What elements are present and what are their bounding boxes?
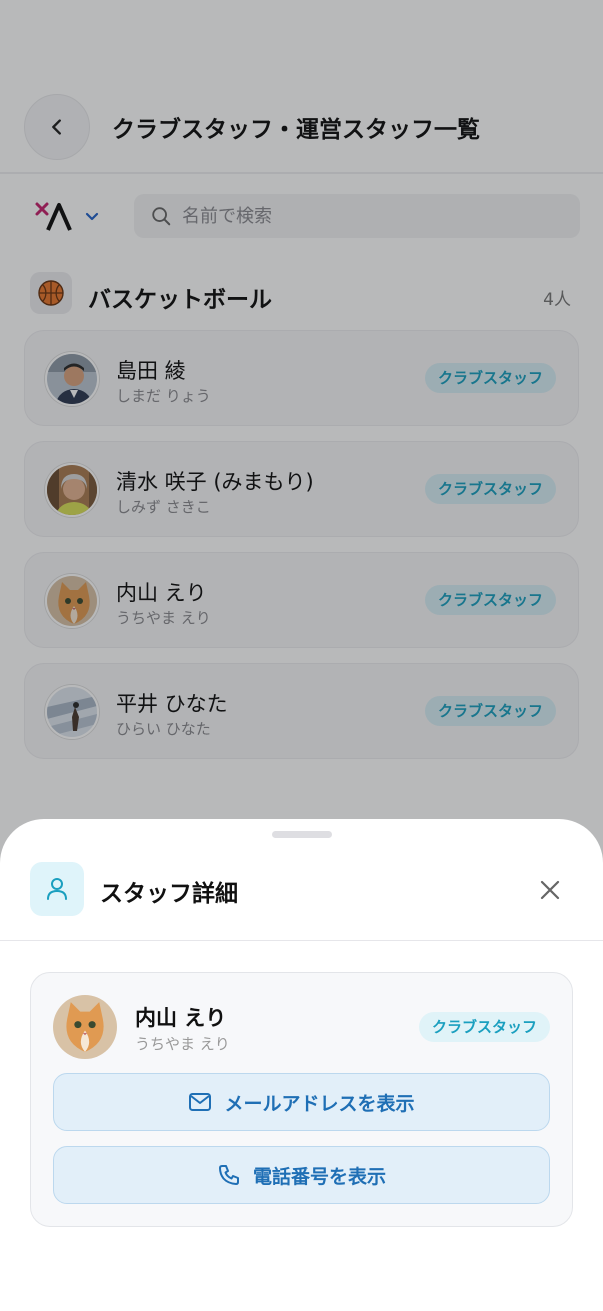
drag-handle[interactable] — [272, 831, 332, 838]
user-icon — [47, 878, 67, 900]
show-phone-button[interactable]: 電話番号を表示 — [53, 1146, 550, 1204]
staff-name: 内山 えり — [135, 1006, 227, 1030]
sheet-divider — [0, 940, 603, 941]
sheet-icon-box — [30, 862, 84, 916]
close-button[interactable] — [532, 872, 568, 908]
staff-kana: うちやま えり — [135, 1035, 230, 1053]
phone-icon — [218, 1165, 239, 1185]
sheet-title: スタッフ詳細 — [100, 881, 238, 907]
avatar — [53, 995, 117, 1059]
close-icon — [540, 880, 560, 900]
show-phone-label: 電話番号を表示 — [252, 1165, 386, 1188]
show-email-label: メールアドレスを表示 — [224, 1092, 415, 1115]
role-badge: クラブスタッフ — [418, 1012, 550, 1042]
staff-detail-sheet: スタッフ詳細 内山 えり うちやま えり クラブスタッフ メールアドレスを表示 … — [0, 819, 603, 1311]
staff-detail-card: 内山 えり うちやま えり クラブスタッフ メールアドレスを表示 電話番号を表示 — [30, 972, 573, 1227]
show-email-button[interactable]: メールアドレスを表示 — [53, 1073, 550, 1131]
mail-icon — [189, 1093, 212, 1111]
